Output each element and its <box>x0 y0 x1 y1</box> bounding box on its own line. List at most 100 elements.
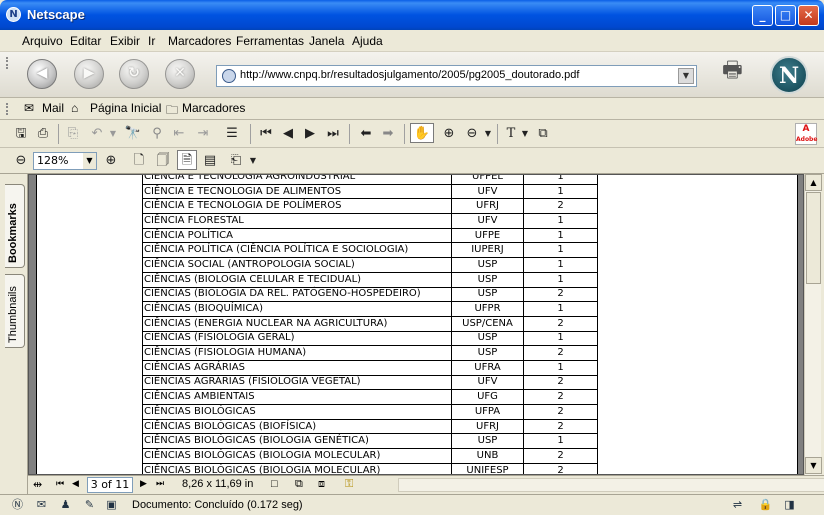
folder-icon[interactable]: 🗀 <box>166 101 178 122</box>
forward-button[interactable]: ▶ <box>74 59 104 89</box>
menu-arquivo[interactable]: Arquivo <box>22 34 63 48</box>
menu-ajuda[interactable]: Ajuda <box>352 34 383 48</box>
undo-icon[interactable]: ↶ <box>88 124 106 144</box>
previous-view-icon[interactable]: ⇤ <box>170 124 188 144</box>
program-cell: CIÊNCIAS BIOLÓGICAS (BIOLOGIA MOLECULAR) <box>142 448 452 464</box>
first-page-icon[interactable]: ⏮ <box>258 124 274 144</box>
maximize-button[interactable]: □ <box>775 5 796 26</box>
tab-thumbnails[interactable]: Thumbnails <box>5 274 25 348</box>
count-cell: 1 <box>523 175 598 185</box>
zoom-select[interactable]: 128% ▼ <box>33 152 97 170</box>
undo-dropdown-icon[interactable]: ▼ <box>108 124 118 144</box>
copy-icon[interactable]: ⎘ <box>64 124 82 144</box>
rotate-dropdown-icon[interactable]: ▼ <box>248 151 258 171</box>
url-bar[interactable]: http://www.cnpq.br/resultadosjulgamento/… <box>216 65 697 87</box>
horizontal-scrollbar[interactable] <box>398 478 824 492</box>
last-page-icon[interactable]: ⏭ <box>325 124 341 144</box>
count-cell: 2 <box>523 462 598 474</box>
continuous-icon[interactable]: ⧉ <box>295 478 303 491</box>
print-icon[interactable]: ⎙ <box>34 124 52 144</box>
navigation-pane: Bookmarks Thumbnails <box>0 174 28 494</box>
save-icon[interactable]: 🖫 <box>12 124 30 144</box>
url-dropdown-icon[interactable]: ▼ <box>678 68 694 84</box>
go-back-icon[interactable]: ⬅ <box>357 124 375 144</box>
mail-link[interactable]: Mail <box>42 101 64 115</box>
tab-bookmarks-label: Bookmarks <box>7 203 19 263</box>
security-icon[interactable]: 🔒 <box>758 498 773 512</box>
mail-icon[interactable]: ✉ <box>24 101 34 115</box>
tab-bookmarks[interactable]: Bookmarks <box>5 184 25 268</box>
toolbar-grip[interactable] <box>6 57 14 69</box>
separator <box>349 124 350 144</box>
text-select-icon[interactable]: T <box>502 124 520 144</box>
key-icon[interactable]: ⚿ <box>345 478 353 491</box>
stop-button[interactable]: ✕ <box>165 59 195 89</box>
scroll-thumb[interactable] <box>806 192 821 284</box>
address-book-icon[interactable]: ▣ <box>104 498 119 512</box>
scroll-up-icon[interactable]: ▲ <box>805 174 822 191</box>
menu-ferramentas[interactable]: Ferramentas <box>236 34 304 48</box>
menu-exibir[interactable]: Exibir <box>110 34 140 48</box>
previous-page-icon[interactable]: ◀ <box>280 124 296 144</box>
composer-icon[interactable]: ✎ <box>82 498 97 512</box>
toolbar-grip[interactable] <box>6 103 14 115</box>
minimize-button[interactable]: _ <box>752 5 773 26</box>
next-page-small-icon[interactable]: ▶ <box>140 478 147 489</box>
mail-status-icon[interactable]: ✉ <box>34 498 49 512</box>
netscape-status-icon[interactable]: Ⓝ <box>10 498 25 512</box>
close-button[interactable]: ✕ <box>798 5 819 26</box>
facing-icon[interactable]: ⧈ <box>318 478 325 491</box>
actual-size-icon[interactable]: 🗋 <box>130 151 148 171</box>
first-page-small-icon[interactable]: ⏮ <box>56 478 64 489</box>
split-handle-icon[interactable]: ⇹ <box>33 478 42 491</box>
program-cell: CIÊNCIAS (BIOLOGIA CELULAR E TECIDUAL) <box>142 271 452 288</box>
menu-janela[interactable]: Janela <box>309 34 344 48</box>
bookmark-pane-icon[interactable]: ☰ <box>222 124 242 144</box>
next-page-icon[interactable]: ▶ <box>302 124 318 144</box>
count-cell: 2 <box>523 404 598 420</box>
menu-ir[interactable]: Ir <box>148 34 155 48</box>
find-icon[interactable]: 🔭 <box>124 124 142 144</box>
netscape-logo[interactable]: N <box>770 56 808 94</box>
document-view[interactable]: CIÊNCIA E TECNOLOGIA AGROINDUSTRIAL UFPEL… <box>28 174 804 475</box>
menu-editar[interactable]: Editar <box>70 34 101 48</box>
netscape-app-icon[interactable]: N <box>6 7 21 22</box>
program-cell: CIÊNCIAS (BIOLOGIA DA REL. PATÓGENO-HOSP… <box>142 286 452 303</box>
hand-tool-icon[interactable]: ✋ <box>410 123 434 143</box>
home-link[interactable]: Página Inicial <box>90 101 161 115</box>
rotate-view-icon[interactable]: ⎗ <box>227 151 245 171</box>
zoom-in-icon[interactable]: ⊕ <box>440 124 458 144</box>
back-button[interactable]: ◀ <box>27 59 57 89</box>
single-page-icon[interactable]: □ <box>271 478 278 490</box>
text-select-dropdown-icon[interactable]: ▼ <box>520 124 530 144</box>
fit-page-icon[interactable]: 🗍 <box>154 151 172 171</box>
bookmarks-link[interactable]: Marcadores <box>182 101 245 115</box>
fit-width-icon[interactable]: 🗎 <box>177 150 197 170</box>
zoom-out-icon[interactable]: ⊖ <box>463 124 481 144</box>
print-icon[interactable]: 🖶 <box>722 58 750 84</box>
cookie-icon[interactable]: ◨ <box>782 498 797 512</box>
next-view-icon[interactable]: ⇥ <box>194 124 212 144</box>
aim-icon[interactable]: ♟ <box>58 498 73 512</box>
page-number-field[interactable]: 3 of 11 <box>87 477 133 493</box>
adobe-logo[interactable]: A Adobe <box>795 123 817 145</box>
table-row: CIÊNCIAS (BIOLOGIA DA REL. PATÓGENO-HOSP… <box>142 286 598 303</box>
connection-icon[interactable]: ⇌ <box>730 498 745 512</box>
go-forward-icon[interactable]: ➡ <box>379 124 397 144</box>
vertical-scrollbar[interactable]: ▲ ▼ <box>804 174 822 475</box>
fit-visible-icon[interactable]: ▤ <box>201 151 219 171</box>
menu-marcadores[interactable]: Marcadores <box>168 34 231 48</box>
zoom-in-small-icon[interactable]: ⊕ <box>102 151 120 171</box>
snapshot-icon[interactable]: ⧉ <box>534 124 552 144</box>
last-page-small-icon[interactable]: ⏭ <box>156 478 164 489</box>
url-text[interactable]: http://www.cnpq.br/resultadosjulgamento/… <box>240 69 579 81</box>
count-cell: 1 <box>523 330 598 347</box>
home-icon[interactable]: ⌂ <box>71 101 78 115</box>
reload-button[interactable]: ↻ <box>119 59 149 89</box>
scroll-down-icon[interactable]: ▼ <box>805 457 822 474</box>
previous-page-small-icon[interactable]: ◀ <box>72 478 79 489</box>
zoom-out-small-icon[interactable]: ⊖ <box>12 151 30 171</box>
zoom-dropdown-icon[interactable]: ▼ <box>483 124 493 144</box>
search-icon[interactable]: ⚲ <box>148 124 166 144</box>
zoom-select-arrow-icon[interactable]: ▼ <box>83 153 96 169</box>
